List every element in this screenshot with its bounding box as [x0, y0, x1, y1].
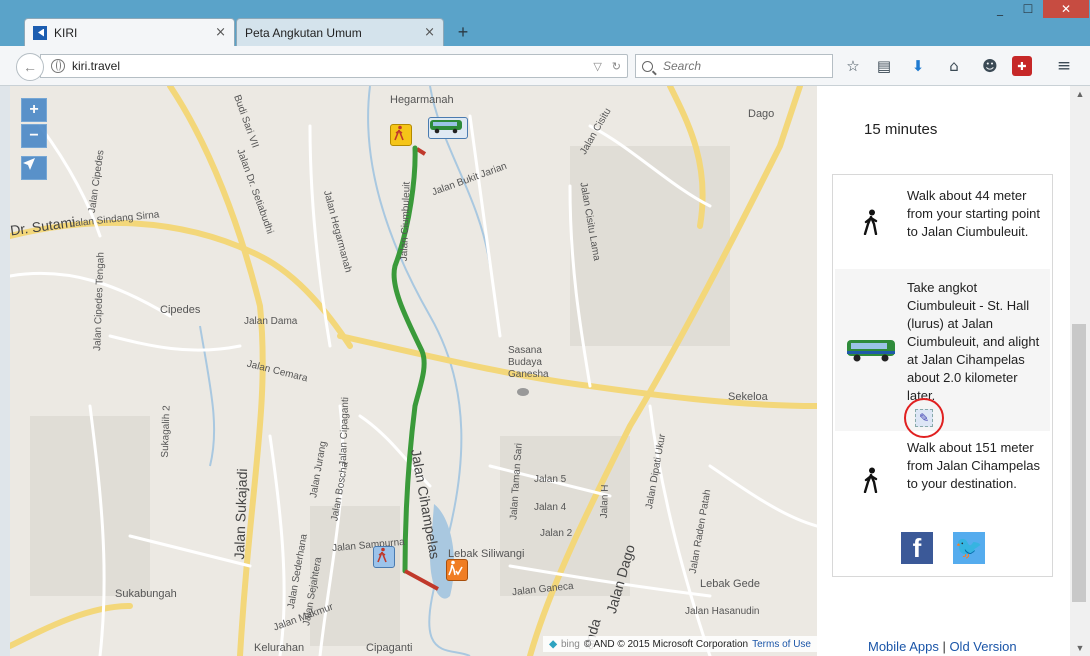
step-text: Walk about 44 meter from your starting p… — [907, 188, 1040, 239]
angkot-marker-icon[interactable] — [428, 117, 468, 139]
twitter-share-button[interactable]: 🐦 — [953, 532, 985, 564]
dropdown-arrow-icon[interactable]: ▽ — [593, 60, 601, 73]
facebook-share-button[interactable]: f — [901, 532, 933, 564]
extension-badge-icon[interactable]: ✚ — [1012, 56, 1032, 76]
route-step: Walk about 44 meter from your starting p… — [835, 177, 1050, 267]
map-label: Lebak Gede — [700, 578, 760, 590]
minimize-button[interactable]: _ — [988, 0, 1012, 18]
new-tab-button[interactable]: + — [451, 20, 475, 44]
angkot-icon — [835, 269, 907, 431]
reload-icon[interactable]: ↻ — [612, 60, 621, 73]
map-attribution: ◆ bing © AND © 2015 Microsoft Corporatio… — [543, 636, 817, 652]
scroll-down-icon[interactable]: ▼ — [1070, 640, 1090, 656]
home-icon[interactable]: ⌂ — [944, 56, 964, 76]
tab-peta-angkutan-umum[interactable]: Peta Angkutan Umum × — [236, 18, 444, 46]
back-arrow-icon: ← — [23, 59, 37, 75]
map-label: Budaya — [508, 357, 542, 368]
reading-list-icon[interactable]: ▤ — [874, 56, 894, 76]
footer-links: Mobile Apps | Old Version — [868, 639, 1017, 654]
map-label: Dago — [748, 108, 775, 120]
map-view[interactable]: Hegarmanah Dago Dr. Sutami Jalan Sindang… — [10, 86, 817, 656]
search-input[interactable] — [661, 58, 815, 74]
tab-kiri[interactable]: KIRI × — [24, 18, 235, 46]
route-step: Walk about 151 meter from Jalan Cihampel… — [835, 435, 1050, 525]
close-tab-icon[interactable]: × — [424, 25, 435, 40]
map-label: Jalan Hasanudin — [685, 606, 760, 617]
search-bar[interactable] — [635, 54, 833, 78]
route-step: Take angkot Ciumbuleuit - St. Hall (luru… — [835, 269, 1050, 431]
tab-title: Peta Angkutan Umum — [245, 25, 362, 40]
alight-walk-marker-icon[interactable] — [373, 546, 395, 568]
map-label: Jalan Sukajadi — [230, 468, 251, 560]
mobile-apps-link[interactable]: Mobile Apps — [868, 639, 939, 654]
map-label: Sukabungah — [115, 588, 177, 600]
map-label: Kelurahan — [254, 642, 305, 654]
route-duration: 15 minutes — [864, 121, 938, 138]
terms-of-use-link[interactable]: Terms of Use — [752, 639, 811, 650]
scrollbar-thumb[interactable] — [1072, 324, 1086, 602]
map-label: Hegarmanah — [390, 94, 454, 106]
route-panel: 15 minutes Walk about 44 meter from your… — [817, 86, 1070, 656]
map-label: Sasana — [508, 345, 542, 356]
map-label: Cipaganti — [366, 642, 413, 654]
zoom-in-button[interactable]: + — [21, 98, 47, 122]
map-label: Jalan H — [598, 484, 612, 519]
zoom-out-button[interactable]: − — [21, 124, 47, 148]
map-label: Jalan 5 — [534, 474, 567, 485]
copyright-text: © AND © 2015 Microsoft Corporation — [583, 638, 749, 650]
url-bar[interactable]: kiri.travel ▽ ↻ — [40, 54, 628, 78]
navigation-toolbar: kiri.travel ▽ ↻ ← ☆ ▤ ⬇ ⌂ ☻ ✚ ≡ — [0, 46, 1090, 86]
twitter-icon: 🐦 — [955, 535, 983, 560]
old-version-link[interactable]: Old Version — [949, 639, 1016, 654]
pencil-edit-icon[interactable]: ✎ — [915, 409, 933, 427]
facebook-icon: f — [912, 532, 922, 563]
start-walk-marker-icon[interactable] — [390, 124, 412, 146]
map-label: Sekeloa — [728, 391, 768, 403]
map-label: Jalan 4 — [534, 502, 567, 513]
highlight-circle: ✎ — [904, 398, 944, 438]
walk-icon — [835, 435, 907, 525]
search-icon — [642, 60, 653, 72]
destination-marker-icon[interactable] — [446, 559, 468, 581]
close-tab-icon[interactable]: × — [215, 25, 226, 40]
bookmark-star-icon[interactable]: ☆ — [843, 56, 863, 76]
tab-title: KIRI — [54, 25, 78, 40]
route-steps: Walk about 44 meter from your starting p… — [832, 174, 1053, 577]
locate-me-button[interactable] — [21, 156, 47, 180]
map-label: Cipedes — [160, 304, 201, 316]
close-window-button[interactable]: ✕ — [1043, 0, 1089, 18]
panel-scrollbar[interactable]: ▲ ▼ — [1070, 86, 1090, 656]
url-text[interactable]: kiri.travel — [72, 59, 120, 73]
back-button[interactable]: ← — [16, 53, 44, 81]
map-label: Jalan Dama — [244, 316, 298, 327]
map-label: Sukagalih 2 — [159, 405, 173, 458]
kiri-favicon-icon — [33, 25, 47, 40]
downloads-icon[interactable]: ⬇ — [908, 56, 928, 76]
scroll-up-icon[interactable]: ▲ — [1070, 86, 1090, 102]
navigation-arrow-icon — [23, 158, 35, 170]
map-label: Jalan 2 — [540, 528, 573, 539]
globe-icon — [51, 59, 65, 73]
footer-separator: | — [938, 639, 950, 654]
chat-icon[interactable]: ☻ — [980, 56, 1000, 76]
map-label: Ganesha — [508, 369, 549, 380]
bing-logo-icon: ◆ — [549, 638, 557, 650]
walk-icon — [835, 177, 907, 267]
bing-label: bing — [560, 638, 580, 650]
step-text: Walk about 151 meter from Jalan Cihampel… — [907, 440, 1040, 491]
maximize-button[interactable]: ☐ — [1014, 0, 1042, 18]
menu-icon[interactable]: ≡ — [1054, 56, 1074, 76]
